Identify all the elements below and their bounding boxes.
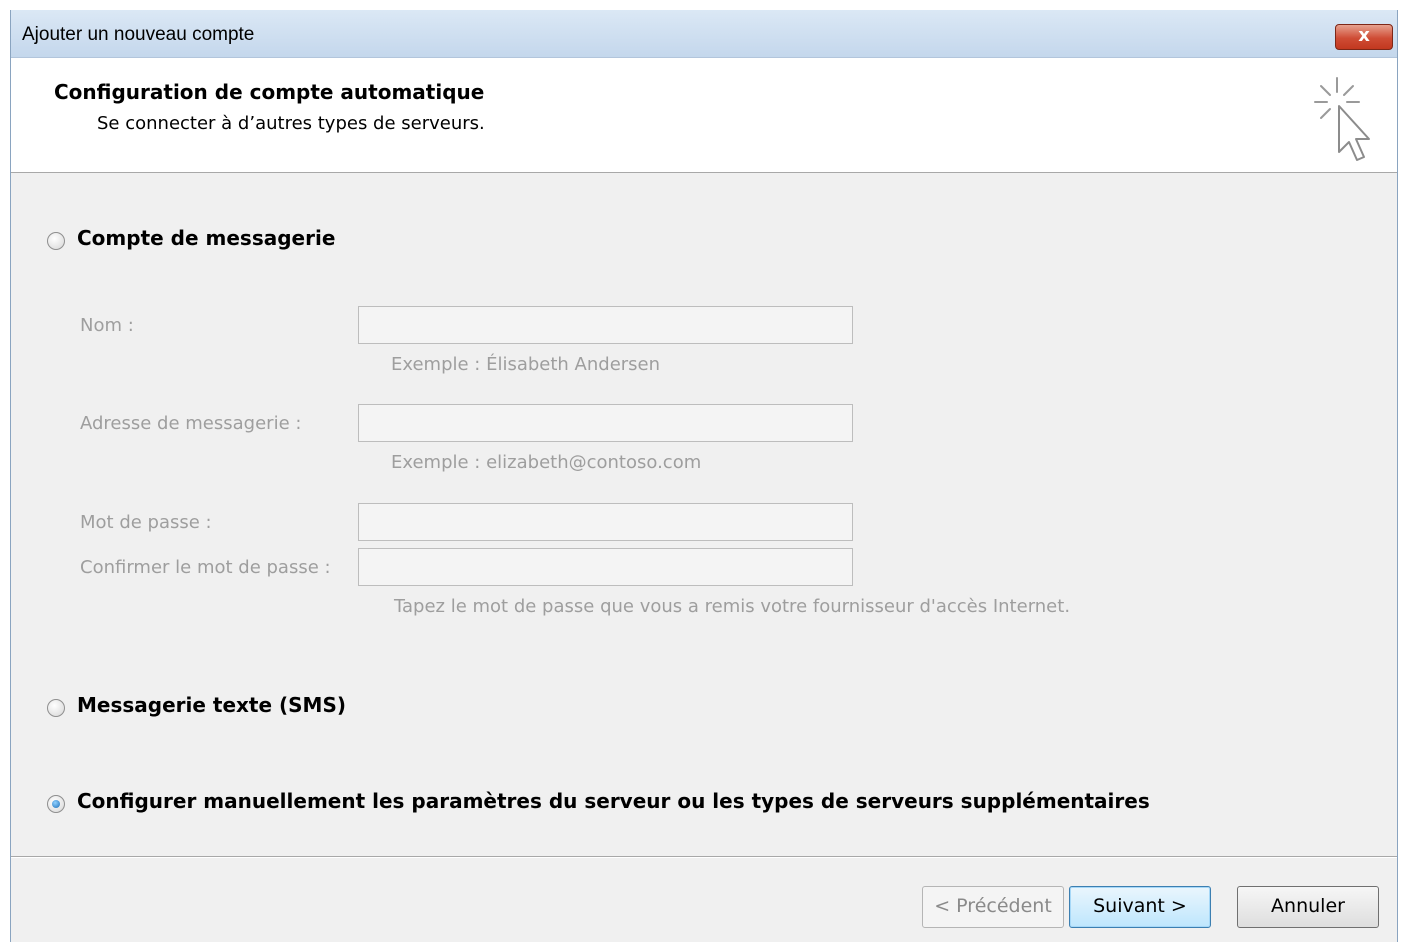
name-hint: Exemple : Élisabeth Andersen	[391, 354, 661, 375]
sms-radio[interactable]	[47, 699, 65, 717]
cursor-sparkle-icon	[1314, 77, 1370, 161]
email-account-label[interactable]: Compte de messagerie	[77, 226, 335, 250]
password-field[interactable]	[358, 503, 853, 541]
cancel-button[interactable]: Annuler	[1237, 886, 1379, 928]
email-account-radio[interactable]	[47, 232, 65, 250]
back-button[interactable]: < Précédent	[922, 886, 1064, 928]
name-label: Nom :	[80, 315, 134, 336]
name-field[interactable]	[358, 306, 853, 344]
dialog-header: Configuration de compte automatique Se c…	[11, 58, 1397, 173]
confirm-password-label: Confirmer le mot de passe :	[80, 557, 331, 578]
manual-config-label[interactable]: Configurer manuellement les paramètres d…	[77, 789, 1150, 813]
close-icon: x	[1358, 25, 1370, 46]
sms-label[interactable]: Messagerie texte (SMS)	[77, 693, 346, 717]
password-label: Mot de passe :	[80, 512, 212, 533]
header-subtitle: Se connecter à d’autres types de serveur…	[97, 113, 485, 134]
next-button[interactable]: Suivant >	[1069, 886, 1211, 928]
manual-config-radio[interactable]	[47, 795, 65, 813]
close-button[interactable]: x	[1335, 24, 1393, 50]
header-title: Configuration de compte automatique	[54, 80, 485, 104]
password-hint: Tapez le mot de passe que vous a remis v…	[394, 596, 1071, 617]
title-bar[interactable]: Ajouter un nouveau compte x	[11, 10, 1397, 58]
email-hint: Exemple : elizabeth@contoso.com	[391, 452, 702, 473]
footer-divider	[11, 856, 1397, 858]
confirm-password-field[interactable]	[358, 548, 853, 586]
email-field[interactable]	[358, 404, 853, 442]
add-account-dialog: Ajouter un nouveau compte x Configuratio…	[10, 10, 1398, 942]
email-label: Adresse de messagerie :	[80, 413, 302, 434]
window-title: Ajouter un nouveau compte	[22, 24, 255, 45]
